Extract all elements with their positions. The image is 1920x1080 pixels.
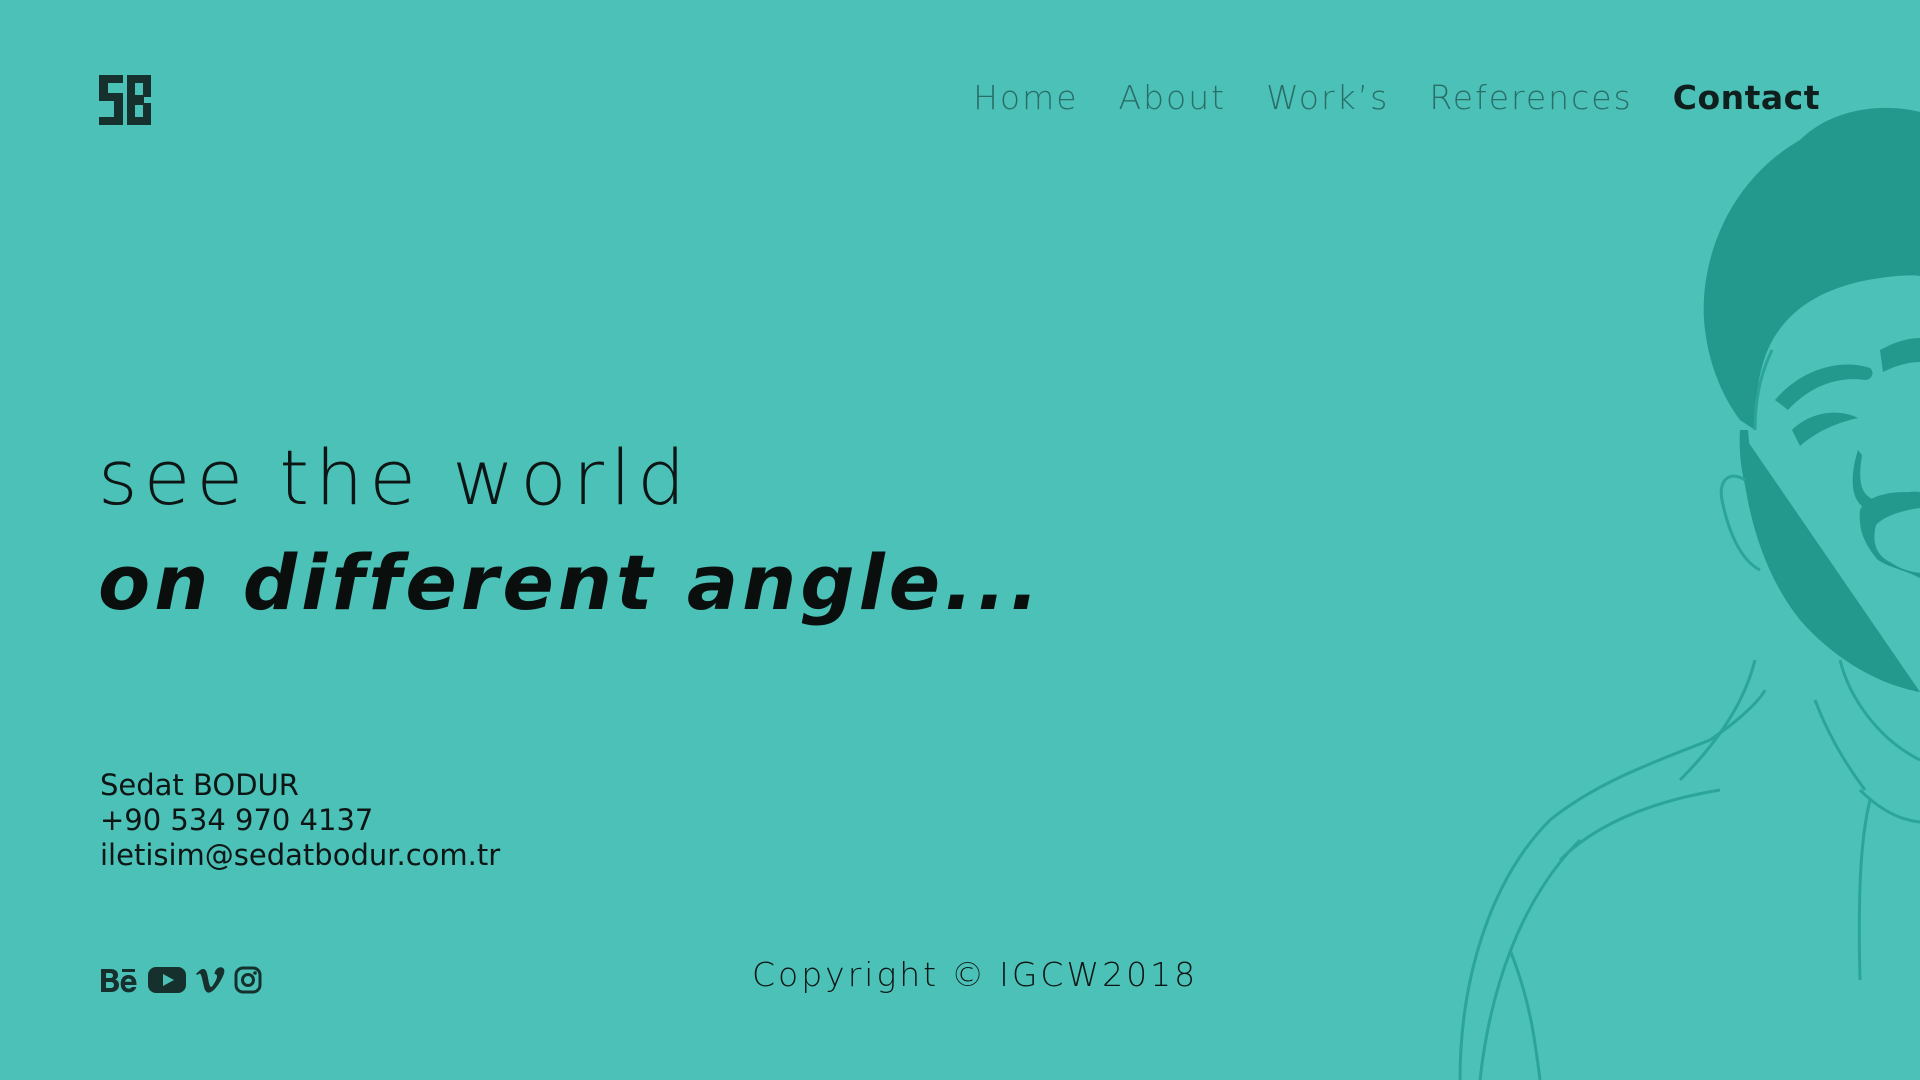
copyright-text: Copyright © IGCW2018 <box>752 955 1198 994</box>
copyright-word: Copyright <box>752 955 940 994</box>
vimeo-icon[interactable] <box>195 963 225 997</box>
social-links <box>99 963 262 997</box>
nav-about[interactable]: About <box>1119 78 1227 117</box>
portrait-illustration <box>1458 107 1920 1080</box>
copyright-owner: IGCW2018 <box>999 955 1199 994</box>
contact-email[interactable]: iletisim@sedatbodur.com.tr <box>100 838 500 873</box>
contact-info: Sedat BODUR +90 534 970 4137 iletisim@se… <box>100 768 500 873</box>
youtube-icon[interactable] <box>148 963 186 997</box>
hero-subheadline: on different angle... <box>98 538 1043 627</box>
behance-icon[interactable] <box>99 963 139 997</box>
logo-icon[interactable] <box>99 75 151 125</box>
contact-name: Sedat BODUR <box>100 768 299 802</box>
page: Home About Work’s References Contact see… <box>0 0 1920 1080</box>
contact-phone[interactable]: +90 534 970 4137 <box>100 803 500 838</box>
copyright-symbol: © <box>951 955 988 994</box>
instagram-icon[interactable] <box>234 963 262 997</box>
hero-headline: see the world <box>98 433 692 522</box>
nav-home[interactable]: Home <box>973 78 1078 117</box>
